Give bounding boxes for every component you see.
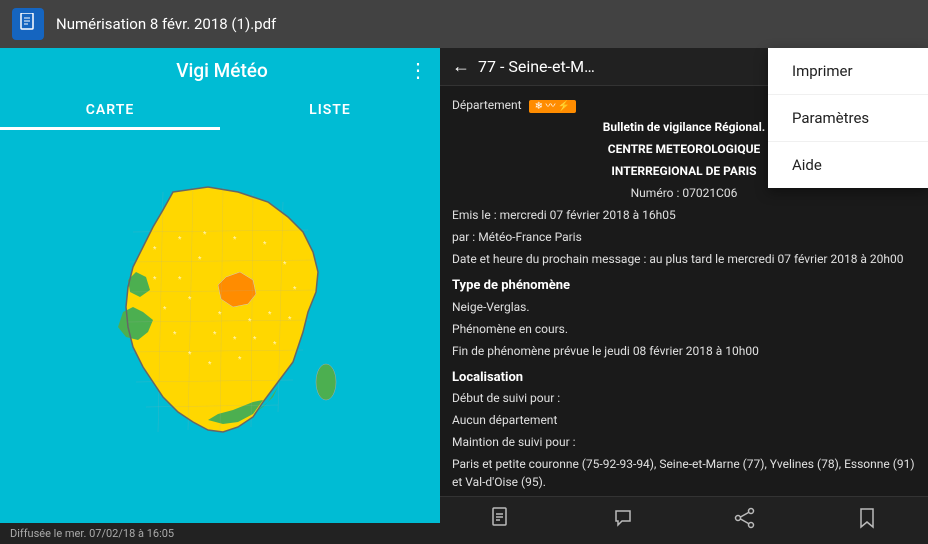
- chat-toolbar-icon[interactable]: [612, 507, 634, 535]
- footer-text: Diffusée le mer. 07/02/18 à 16:05: [10, 527, 174, 540]
- svg-text:*: *: [208, 360, 212, 369]
- svg-text:*: *: [173, 330, 177, 339]
- dropdown-menu: Imprimer Paramètres Aide: [768, 48, 928, 188]
- right-header-title: 77 - Seine-et-M…: [478, 57, 808, 76]
- svg-text:*: *: [293, 285, 297, 294]
- maintien-suivi-label: Maintion de suivi pour :: [452, 433, 916, 451]
- tab-carte[interactable]: CARTE: [0, 92, 220, 128]
- svg-text:*: *: [233, 235, 237, 244]
- date-prochain: Date et heure du prochain message : au p…: [452, 250, 916, 268]
- app-icon: [12, 8, 44, 40]
- svg-text:*: *: [233, 335, 237, 344]
- svg-text:*: *: [218, 310, 222, 319]
- menu-item-print[interactable]: Imprimer: [768, 48, 928, 95]
- menu-item-help[interactable]: Aide: [768, 142, 928, 188]
- svg-text:*: *: [248, 317, 252, 326]
- emis: Emis le : mercredi 07 février 2018 à 16h…: [452, 206, 916, 224]
- type-value: Neige-Verglas.: [452, 298, 916, 316]
- back-button[interactable]: ←: [452, 56, 470, 77]
- phenomene: Phénomène en cours.: [452, 320, 916, 338]
- svg-text:*: *: [273, 340, 277, 349]
- tab-liste[interactable]: LISTE: [220, 92, 440, 128]
- svg-text:*: *: [203, 230, 207, 239]
- svg-text:*: *: [288, 315, 292, 324]
- bookmark-toolbar-icon[interactable]: [856, 507, 878, 535]
- share-toolbar-icon[interactable]: [734, 507, 756, 535]
- debut-suivi-value: Aucun département: [452, 411, 916, 429]
- more-options-icon[interactable]: ⋮: [408, 58, 428, 82]
- map-area: * * * * * * * * * * * * * * * * *: [0, 130, 440, 523]
- fin-phenomene: Fin de phénomène prévue le jeudi 08 févr…: [452, 342, 916, 360]
- debut-suivi-label: Début de suivi pour :: [452, 389, 916, 407]
- document-title: Numérisation 8 févr. 2018 (1).pdf: [56, 15, 916, 33]
- svg-text:*: *: [178, 235, 182, 244]
- tabs: CARTE LISTE: [0, 92, 440, 130]
- svg-text:*: *: [188, 350, 192, 359]
- svg-text:*: *: [283, 260, 287, 269]
- maintien-suivi-value: Paris et petite couronne (75-92-93-94), …: [452, 455, 916, 491]
- svg-text:*: *: [238, 355, 242, 364]
- svg-text:*: *: [263, 240, 267, 249]
- svg-text:*: *: [213, 330, 217, 339]
- left-panel: Vigi Météo ⋮ CARTE LISTE: [0, 48, 440, 544]
- svg-text:*: *: [198, 255, 202, 264]
- file-toolbar-icon[interactable]: [490, 507, 512, 535]
- type-label: Type de phénomène: [452, 276, 916, 296]
- svg-text:*: *: [163, 305, 167, 314]
- menu-item-settings[interactable]: Paramètres: [768, 95, 928, 142]
- localisation-label: Localisation: [452, 368, 916, 388]
- vigi-meteo-title: Vigi Météo: [36, 59, 408, 82]
- left-header: Vigi Météo ⋮: [0, 48, 440, 92]
- svg-text:*: *: [153, 275, 157, 284]
- par: par : Météo-France Paris: [452, 228, 916, 246]
- svg-text:*: *: [253, 335, 257, 344]
- top-bar: Numérisation 8 févr. 2018 (1).pdf: [0, 0, 928, 48]
- svg-text:*: *: [268, 310, 272, 319]
- france-map: * * * * * * * * * * * * * * * * *: [78, 172, 363, 482]
- left-footer: Diffusée le mer. 07/02/18 à 16:05: [0, 523, 440, 544]
- svg-text:*: *: [153, 245, 157, 254]
- svg-text:*: *: [188, 295, 192, 304]
- svg-text:*: *: [178, 275, 182, 284]
- bottom-toolbar: [440, 496, 928, 544]
